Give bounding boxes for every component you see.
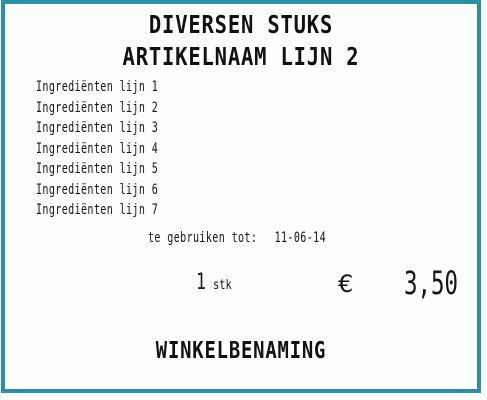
ingredient-line: Ingrediënten lijn 5 — [36, 161, 159, 177]
quantity-line: 1 stk — [196, 270, 237, 295]
currency-symbol: € — [338, 270, 354, 298]
ingredients-list: Ingrediënten lijn 1 Ingrediënten lijn 2 … — [36, 77, 206, 221]
price-value: 3,50 — [404, 264, 458, 302]
use-by-line: te gebruiken tot: 11-06-14 — [148, 230, 326, 246]
ingredient-line: Ingrediënten lijn 4 — [36, 140, 159, 157]
ingredient-line: Ingrediënten lijn 1 — [36, 79, 159, 95]
product-label: DIVERSEN STUKS ARTIKELNAAM LIJN 2 Ingred… — [1, 0, 481, 393]
ingredient-line: Ingrediënten lijn 6 — [36, 181, 159, 198]
product-title-line-2: ARTIKELNAAM LIJN 2 — [122, 42, 360, 71]
store-name: WINKELBENAMING — [155, 338, 327, 364]
use-by-date: 11-06-14 — [274, 230, 327, 246]
product-title-line-1: DIVERSEN STUKS — [148, 10, 334, 39]
quantity-value: 1 — [196, 270, 206, 295]
ingredient-line: Ingrediënten lijn 2 — [36, 99, 159, 116]
use-by-label: te gebruiken tot: — [148, 230, 258, 246]
ingredient-line: Ingrediënten lijn 7 — [36, 202, 159, 218]
quantity-unit: stk — [213, 278, 233, 293]
ingredient-line: Ingrediënten lijn 3 — [36, 120, 159, 136]
